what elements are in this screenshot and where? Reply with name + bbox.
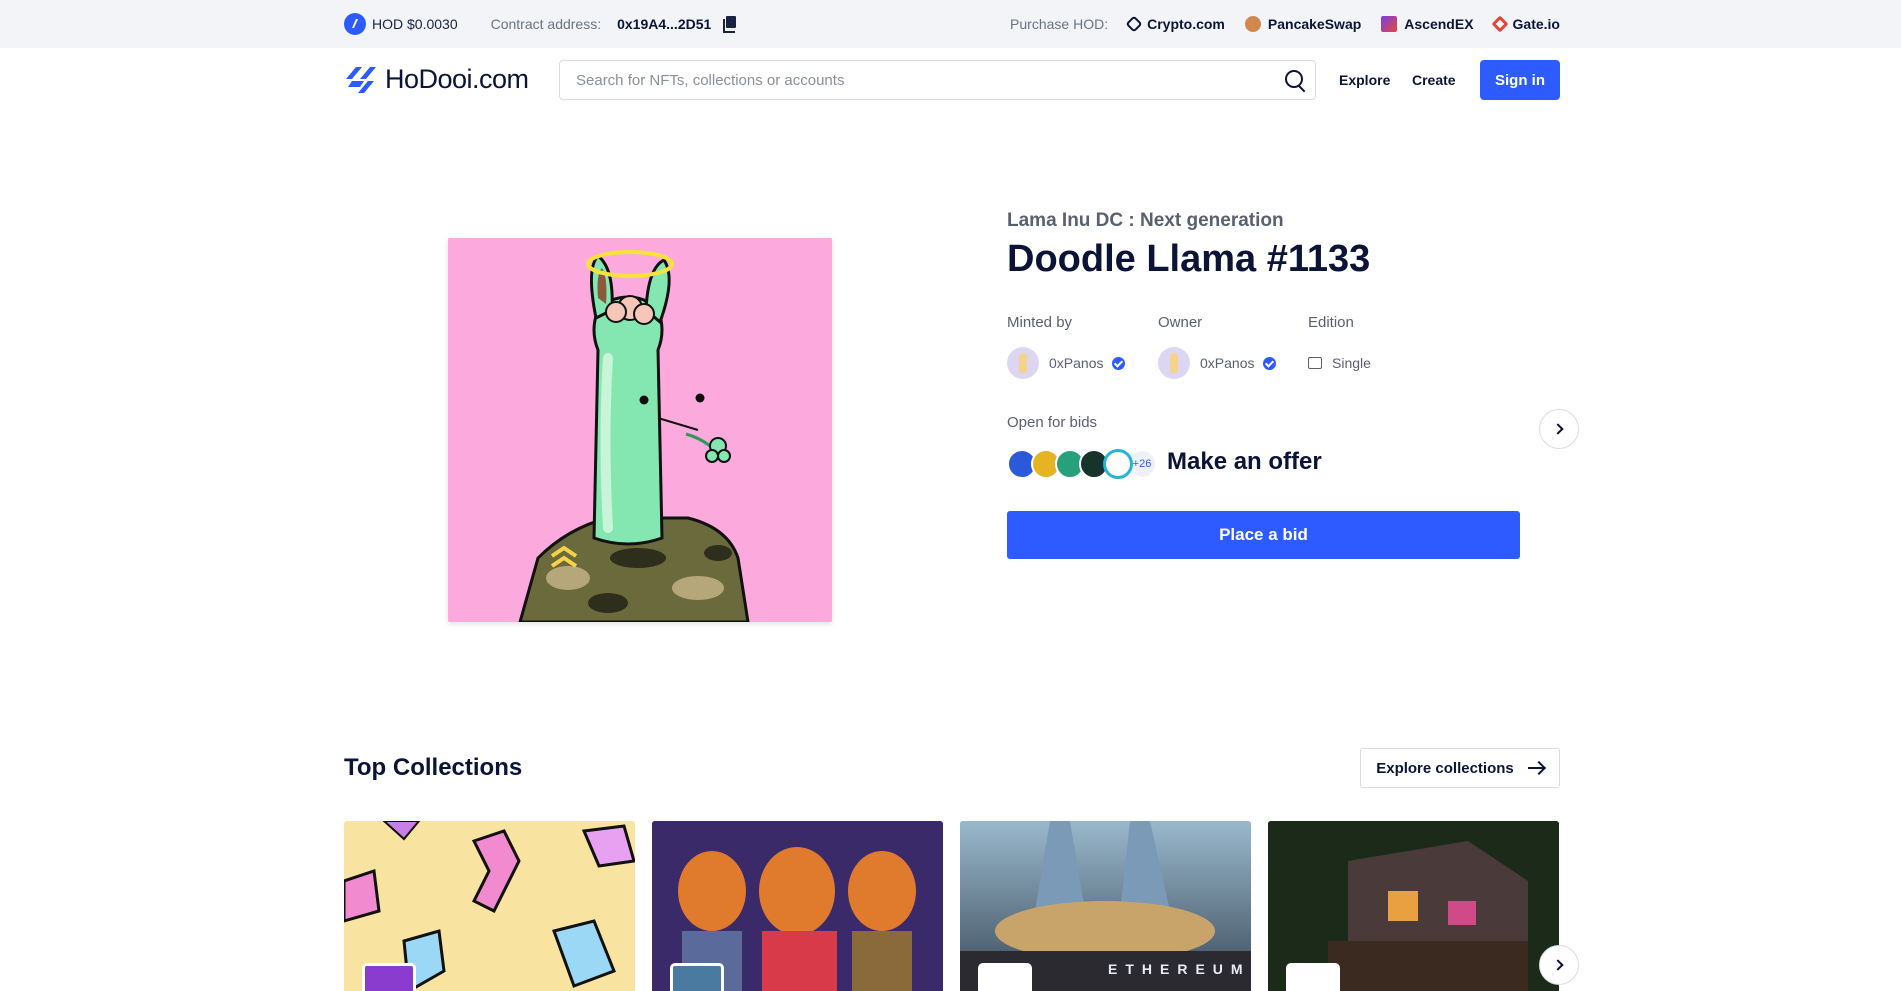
pancakeswap-icon [1244,16,1261,32]
exchange-label: Gate.io [1512,16,1560,32]
minter-name: 0xPanos [1049,355,1104,371]
purchase-hod: Purchase HOD: Crypto.com PancakeSwap Asc… [1010,0,1560,48]
collection-card[interactable]: ETHEREUM [960,821,1251,991]
owner-label: Owner [1158,314,1203,331]
edition-value: Single [1308,346,1371,380]
verified-icon [1263,356,1277,370]
collection-avatar [978,963,1032,991]
main-header: HoDooi.com Explore Create Sign in [0,48,1901,112]
minted-by-label: Minted by [1007,314,1073,331]
edition-text: Single [1332,355,1371,371]
nft-image[interactable] [448,238,832,622]
collection-avatar [670,963,724,991]
contract-address-value: 0x19A4...2D51 [617,16,712,32]
edition-label: Edition [1308,314,1354,331]
explore-collections-label: Explore collections [1376,759,1514,777]
collection-card[interactable] [1268,821,1559,991]
exchange-link-crypto-com[interactable]: Crypto.com [1125,15,1225,33]
copy-icon[interactable] [723,16,737,33]
collections-next-button[interactable] [1539,945,1579,985]
crypto-com-icon [1125,15,1143,33]
image-icon [1308,357,1322,369]
llama-artwork [448,238,832,622]
sign-in-button[interactable]: Sign in [1480,60,1560,100]
search-input[interactable] [560,61,1275,99]
site-logo[interactable]: HoDooi.com [344,64,529,95]
token-info: HOD $0.0030 Contract address: 0x19A4...2… [344,0,737,48]
token-icon [1103,449,1133,479]
minter-profile[interactable]: 0xPanos [1007,346,1126,380]
verified-icon [1112,356,1126,370]
chevron-right-icon [1551,423,1564,435]
open-for-bids-label: Open for bids [1007,414,1098,431]
exchange-link-pancakeswap[interactable]: PancakeSwap [1244,16,1362,32]
exchange-label: PancakeSwap [1267,16,1362,32]
exchange-link-ascendex[interactable]: AscendEX [1381,16,1474,32]
logo-text: HoDooi.com [385,64,529,94]
contract-address-label: Contract address: [490,16,602,32]
hod-token-icon [344,13,366,35]
collection-avatar [362,963,416,991]
make-an-offer-text: Make an offer [1167,448,1322,475]
nav-create[interactable]: Create [1412,60,1456,100]
search-icon[interactable] [1275,61,1315,99]
arrow-right-icon [1527,767,1544,769]
collection-card[interactable] [652,821,943,991]
explore-collections-button[interactable]: Explore collections [1360,748,1560,788]
hod-price: HOD $0.0030 [372,16,458,32]
exchange-label: AscendEX [1404,16,1474,32]
accepted-tokens[interactable]: +26 [1007,447,1157,481]
ascendex-icon [1381,16,1398,32]
next-nft-button[interactable] [1539,409,1579,449]
section-title-top-collections: Top Collections [344,754,523,781]
hodooi-logo-icon [346,66,376,93]
place-bid-button[interactable]: Place a bid [1007,511,1520,559]
avatar [1158,347,1190,379]
purchase-hod-label: Purchase HOD: [1010,16,1109,32]
card-watermark: ETHEREUM [1108,961,1251,977]
collection-name[interactable]: Lama Inu DC : Next generation [1007,210,1284,232]
avatar [1007,347,1039,379]
gate-io-icon [1491,15,1509,33]
search-bar [559,60,1316,100]
nav-explore[interactable]: Explore [1339,60,1390,100]
exchange-label: Crypto.com [1147,16,1225,32]
collection-card[interactable] [344,821,635,991]
chevron-right-icon [1551,959,1564,971]
nft-title: Doodle Llama #1133 [1007,238,1371,280]
collection-avatar [1286,963,1340,991]
exchange-link-gate-io[interactable]: Gate.io [1491,15,1560,33]
owner-name: 0xPanos [1200,355,1255,371]
owner-profile[interactable]: 0xPanos [1158,346,1277,380]
top-info-bar: HOD $0.0030 Contract address: 0x19A4...2… [0,0,1901,48]
